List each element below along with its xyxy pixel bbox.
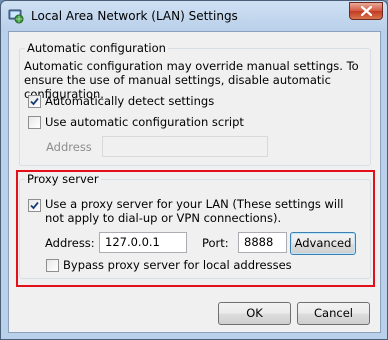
script-address-label: Address <box>46 140 92 154</box>
close-icon <box>361 6 372 16</box>
use-config-script-checkbox[interactable] <box>28 116 41 129</box>
automatic-configuration-group: Automatic configuration Automatic config… <box>19 41 371 166</box>
close-button[interactable] <box>349 2 383 20</box>
lan-settings-dialog: Local Area Network (LAN) Settings Automa… <box>0 0 388 340</box>
ok-button[interactable]: OK <box>218 302 291 325</box>
automatic-configuration-legend: Automatic configuration <box>25 41 168 55</box>
dialog-client-area: Automatic configuration Automatic config… <box>8 31 381 333</box>
title-bar[interactable]: Local Area Network (LAN) Settings <box>1 1 387 31</box>
script-address-input[interactable] <box>102 136 268 157</box>
proxy-highlight-box <box>16 170 375 287</box>
use-config-script-label[interactable]: Use automatic configuration script <box>45 115 244 129</box>
auto-detect-label[interactable]: Automatically detect settings <box>45 94 214 108</box>
auto-detect-checkbox[interactable] <box>28 95 41 108</box>
cancel-button[interactable]: Cancel <box>297 302 370 325</box>
checkmark-icon <box>30 97 39 106</box>
network-globe-icon <box>8 8 24 24</box>
dialog-title: Local Area Network (LAN) Settings <box>31 9 238 23</box>
